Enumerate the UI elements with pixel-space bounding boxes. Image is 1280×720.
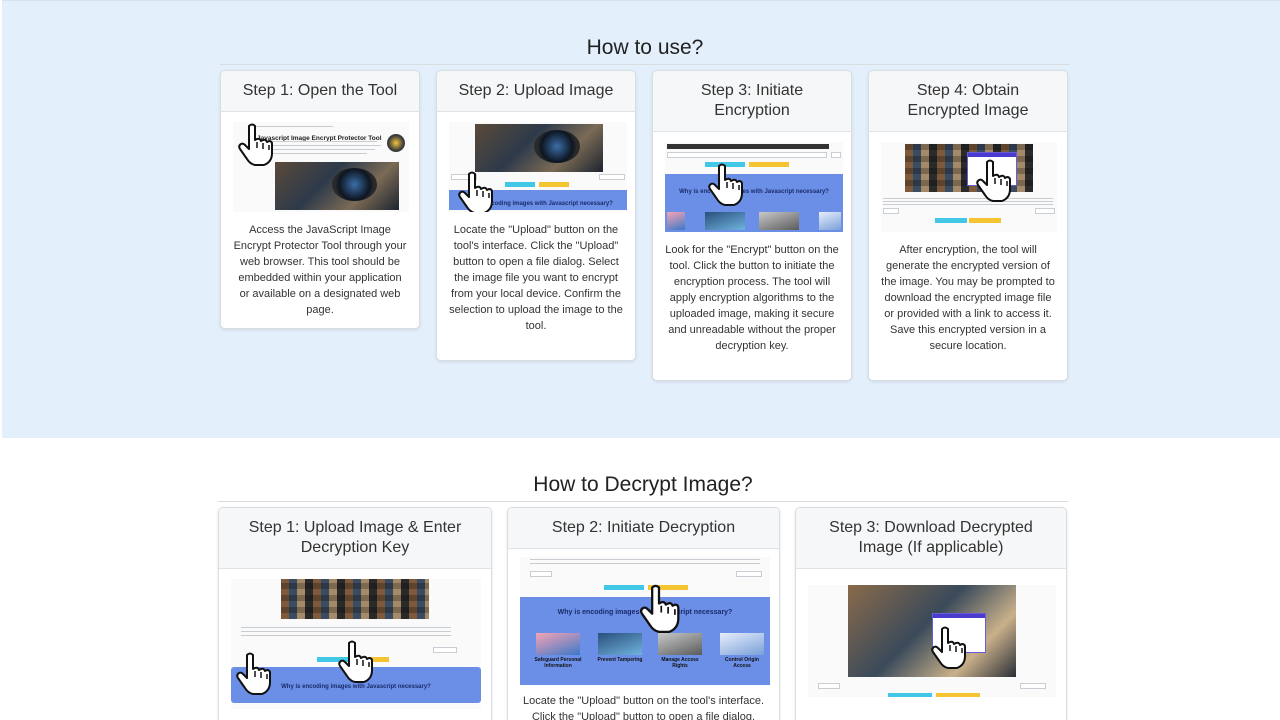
use-step-3-text: Look for the "Encrypt" button on the too… [665,244,839,352]
use-step-2-thumbnail: Why is encoding images with Javascript n… [449,122,627,212]
use-step-1-card: Step 1: Open the Tool Javascript Image E… [220,70,420,329]
pointing-hand-icon [233,651,273,695]
decrypt-step-1-card: Step 1: Upload Image & Enter Decryption … [218,507,492,720]
use-step-2-text: Locate the "Upload" button on the tool's… [449,224,623,332]
decrypt-step-2-text: Locate the "Upload" button on the tool's… [522,695,765,720]
decrypt-step-3-card: Step 3: Download Decrypted Image (If app… [795,507,1067,720]
use-step-3-thumbnail: Why is encoding images with Javascript n… [665,142,843,232]
use-step-1-text: Access the JavaScript Image Encrypt Prot… [233,224,407,316]
use-step-4-thumbnail [881,142,1057,232]
pointing-hand-icon [455,170,495,212]
pointing-hand-icon [973,158,1013,202]
use-step-1-thumbnail: Javascript Image Encrypt Protector Tool [233,122,409,212]
pointing-hand-icon [705,162,745,206]
use-step-4-text: After encryption, the tool will generate… [881,244,1055,352]
how-to-decrypt-section: How to Decrypt Image? Step 1: Upload Ima… [0,438,1280,720]
decrypt-step-1-thumbnail: Why is encoding images with Javascript n… [231,579,481,709]
pointing-hand-icon [235,122,275,166]
use-step-3-card: Step 3: Initiate Encryption Why is encod… [652,70,852,381]
decrypt-step-2-card: Step 2: Initiate Decryption Why is encod… [507,507,780,720]
how-to-use-section: How to use? Step 1: Open the Tool Javasc… [2,0,1280,438]
decrypt-step-2-header: Step 2: Initiate Decryption [508,508,779,549]
use-step-2-header: Step 2: Upload Image [437,71,635,112]
decrypt-step-2-thumbnail: Why is encoding images with Javascript n… [520,557,770,685]
use-step-2-card: Step 2: Upload Image Why is encoding ima… [436,70,636,361]
use-step-3-header: Step 3: Initiate Encryption [653,71,851,132]
how-to-use-title: How to use? [220,36,1070,65]
use-step-4-header: Step 4: Obtain Encrypted Image [869,71,1067,132]
decrypt-step-3-thumbnail [808,585,1056,697]
pointing-hand-icon [335,639,375,683]
how-to-decrypt-title: How to Decrypt Image? [218,473,1068,502]
use-step-4-card: Step 4: Obtain Encrypted Image After enc… [868,70,1068,381]
pointing-hand-icon [636,583,682,633]
decrypt-step-1-header: Step 1: Upload Image & Enter Decryption … [219,508,491,569]
use-step-1-header: Step 1: Open the Tool [221,71,419,112]
pointing-hand-icon [928,625,968,669]
decrypt-step-3-header: Step 3: Download Decrypted Image (If app… [796,508,1066,569]
